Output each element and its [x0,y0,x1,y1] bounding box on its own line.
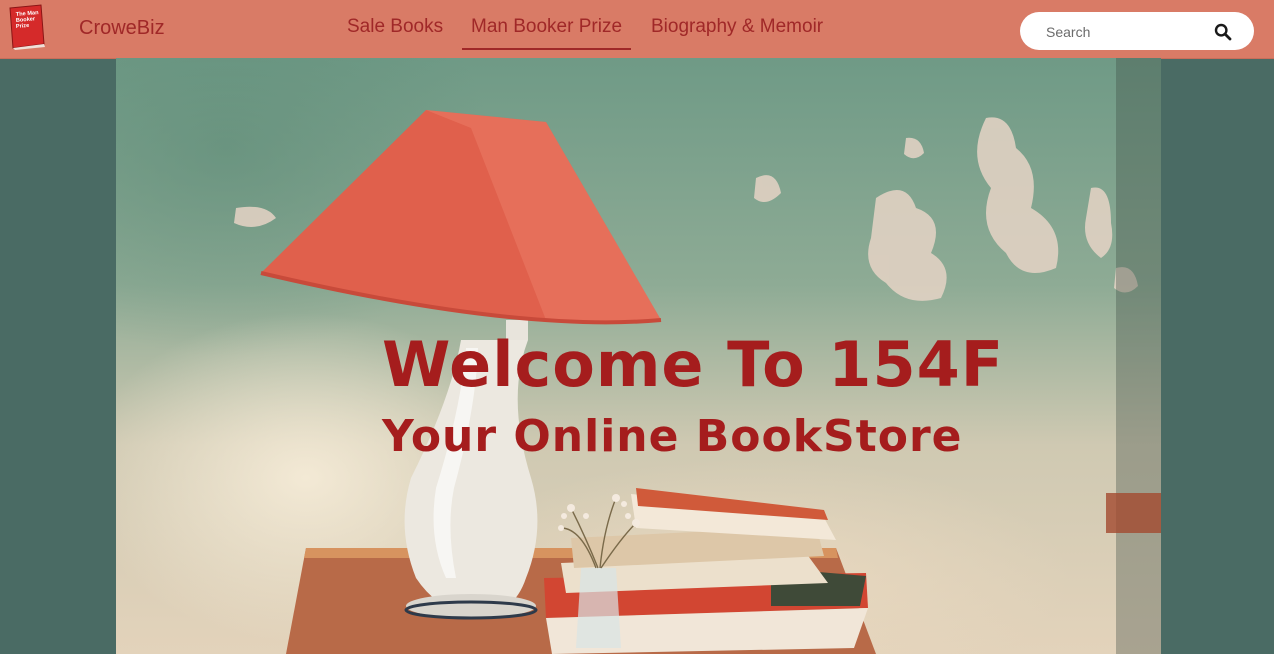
man-booker-prize-logo[interactable]: The Man Booker Prize [7,4,47,50]
svg-text:Prize: Prize [16,23,30,30]
brand-link[interactable]: CroweBiz [79,17,165,40]
top-navbar: The Man Booker Prize CroweBiz Sale Books… [0,0,1274,59]
hero-banner: Welcome To 154F Your Online BookStore [116,58,1161,654]
search-icon[interactable] [1214,23,1232,41]
hero-text: Welcome To 154F Your Online BookStore [116,58,1161,654]
search-box [1020,12,1254,50]
hero-subtitle: Your Online BookStore [382,411,963,462]
nav-link-sale-books[interactable]: Sale Books [347,16,443,38]
hero-title: Welcome To 154F [382,328,1005,401]
nav-link-man-booker-prize[interactable]: Man Booker Prize [461,16,632,50]
nav-link-biography-memoir[interactable]: Biography & Memoir [651,16,823,38]
search-input[interactable] [1044,21,1208,43]
